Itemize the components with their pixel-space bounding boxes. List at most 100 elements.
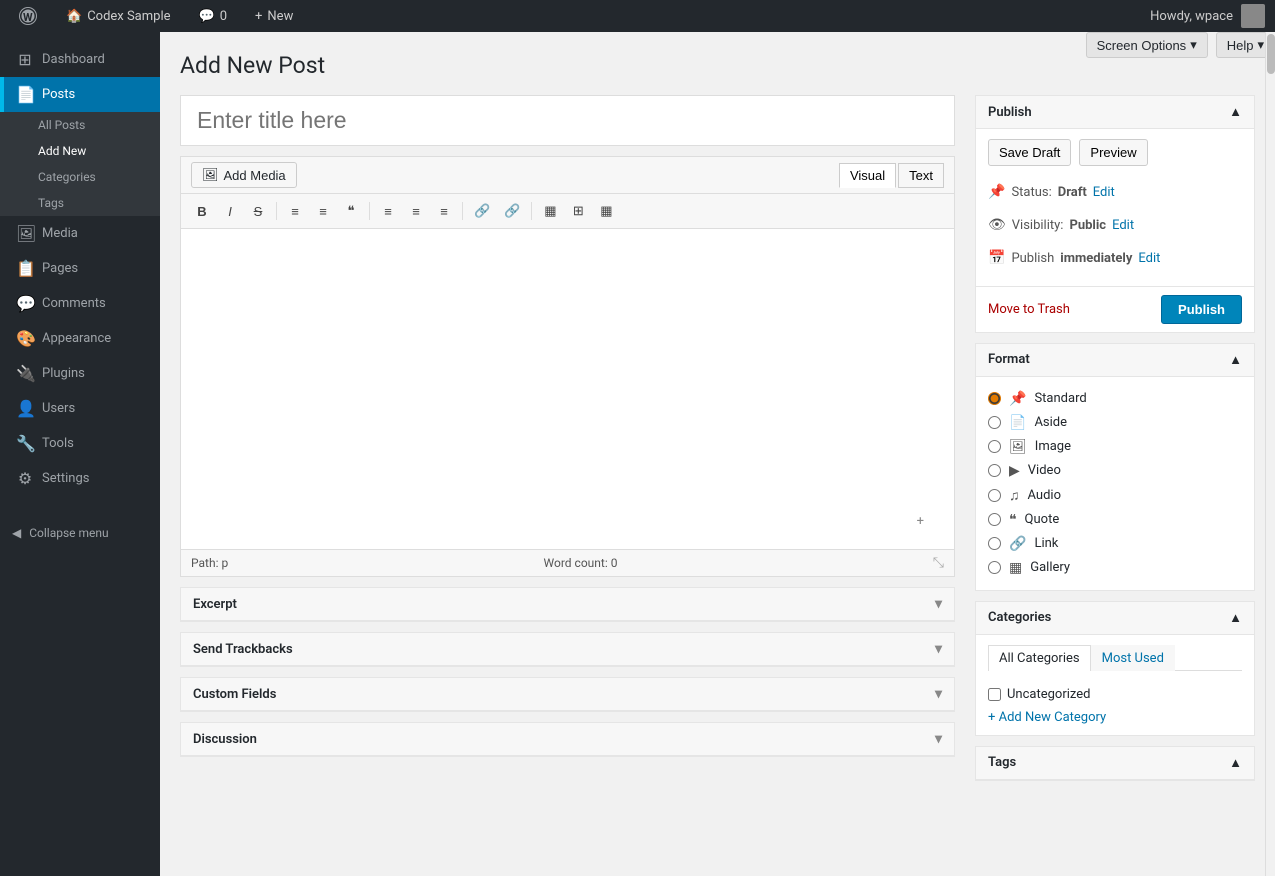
status-edit-link[interactable]: Edit xyxy=(1093,181,1115,204)
sidebar-item-pages[interactable]: 📋 Pages xyxy=(0,251,160,286)
avatar[interactable] xyxy=(1241,4,1265,28)
add-new-category-link[interactable]: + Add New Category xyxy=(988,710,1106,725)
blockquote-button[interactable]: ❝ xyxy=(338,199,364,223)
move-to-trash-link[interactable]: Move to Trash xyxy=(988,302,1070,317)
format-radio-gallery[interactable] xyxy=(988,561,1001,574)
sidebar-item-comments[interactable]: 💬 Comments xyxy=(0,286,160,321)
scrollbar-thumb[interactable] xyxy=(1267,34,1275,74)
wp-logo-item[interactable]: W xyxy=(10,0,46,32)
sidebar-item-appearance[interactable]: 🎨 Appearance xyxy=(0,321,160,356)
format-radio-image[interactable] xyxy=(988,440,1001,453)
format-radio-quote[interactable] xyxy=(988,513,1001,526)
publish-button[interactable]: Publish xyxy=(1161,295,1242,324)
sidebar-item-posts[interactable]: 📄 Posts xyxy=(0,77,160,112)
publish-panel-header[interactable]: Publish ▲ xyxy=(976,96,1254,129)
publish-time-row: 📅 Publish immediately Edit xyxy=(988,242,1242,275)
status-row: 📌 Status: Draft Edit xyxy=(988,176,1242,209)
format-radio-audio[interactable] xyxy=(988,489,1001,502)
standard-label[interactable]: Standard xyxy=(1034,391,1086,406)
post-title-input[interactable] xyxy=(180,95,955,146)
new-content-item[interactable]: + New xyxy=(247,0,301,32)
visibility-edit-link[interactable]: Edit xyxy=(1112,214,1134,237)
format-option-gallery: ▦ Gallery xyxy=(988,556,1242,580)
italic-button[interactable]: I xyxy=(217,200,243,223)
sidebar-item-dashboard[interactable]: ⊞ Dashboard xyxy=(0,42,160,77)
unlink-button[interactable]: 🔗 xyxy=(498,199,526,223)
excerpt-metabox-header[interactable]: Excerpt ▾ xyxy=(181,588,954,621)
tags-panel-header[interactable]: Tags ▲ xyxy=(976,747,1254,780)
publish-footer: Move to Trash Publish xyxy=(976,286,1254,332)
save-draft-button[interactable]: Save Draft xyxy=(988,139,1071,166)
add-media-icon: 🖼 xyxy=(202,167,219,183)
ul-button[interactable]: ≡ xyxy=(282,200,308,223)
table-button[interactable]: ▦ xyxy=(593,199,619,223)
visual-tab[interactable]: Visual xyxy=(839,163,896,188)
publish-time-edit-link[interactable]: Edit xyxy=(1138,247,1160,270)
quote-label[interactable]: Quote xyxy=(1025,512,1060,527)
tools-icon: 🔧 xyxy=(16,434,34,453)
sidebar-item-media[interactable]: 🖼 Media xyxy=(0,216,160,251)
align-right-button[interactable]: ≡ xyxy=(431,200,457,223)
sidebar-item-tools[interactable]: 🔧 Tools xyxy=(0,426,160,461)
format-radio-standard[interactable] xyxy=(988,392,1001,405)
align-left-button[interactable]: ≡ xyxy=(375,200,401,223)
publish-meta: 📌 Status: Draft Edit 👁 Visibility: Publi… xyxy=(988,176,1242,276)
add-media-button[interactable]: 🖼 Add Media xyxy=(191,162,297,188)
sidebar-item-plugins[interactable]: 🔌 Plugins xyxy=(0,356,160,391)
align-center-button[interactable]: ≡ xyxy=(403,200,429,223)
collapse-menu-button[interactable]: ◀ Collapse menu xyxy=(0,516,160,550)
status-value: Draft xyxy=(1058,181,1087,204)
category-checkbox-uncategorized[interactable] xyxy=(988,688,1001,701)
audio-label[interactable]: Audio xyxy=(1028,488,1061,503)
editor-body[interactable]: + xyxy=(181,229,954,549)
editor-resize-handle[interactable]: ⤡ xyxy=(933,555,944,571)
bold-button[interactable]: B xyxy=(189,200,215,223)
tags-panel-toggle: ▲ xyxy=(1229,755,1242,771)
gallery-label[interactable]: Gallery xyxy=(1030,560,1070,575)
format-radio-link[interactable] xyxy=(988,537,1001,550)
custom-fields-metabox-header[interactable]: Custom Fields ▾ xyxy=(181,678,954,711)
text-tab[interactable]: Text xyxy=(898,163,944,188)
video-label[interactable]: Video xyxy=(1028,463,1061,478)
site-name-item[interactable]: 🏠 Codex Sample xyxy=(58,0,179,32)
discussion-metabox-header[interactable]: Discussion ▾ xyxy=(181,723,954,756)
strikethrough-button[interactable]: S xyxy=(245,200,271,223)
comments-count: 0 xyxy=(220,9,227,24)
submenu-categories[interactable]: Categories xyxy=(0,164,160,190)
appearance-label: Appearance xyxy=(42,331,111,346)
link-label[interactable]: Link xyxy=(1034,536,1058,551)
categories-panel-body: All Categories Most Used Uncategorized +… xyxy=(976,635,1254,735)
aside-label[interactable]: Aside xyxy=(1034,415,1067,430)
sidebar-item-settings[interactable]: ⚙ Settings xyxy=(0,461,160,496)
plus-icon: + xyxy=(255,9,262,24)
submenu-all-posts[interactable]: All Posts xyxy=(0,112,160,138)
ol-button[interactable]: ≡ xyxy=(310,200,336,223)
submenu-tags[interactable]: Tags xyxy=(0,190,160,216)
categories-panel-title: Categories xyxy=(988,610,1051,625)
sidebar-item-users[interactable]: 👤 Users xyxy=(0,391,160,426)
word-count-area: Word count: 0 xyxy=(544,556,618,570)
most-used-tab[interactable]: Most Used xyxy=(1091,645,1175,671)
screen-options-button[interactable]: Screen Options ▾ xyxy=(1086,32,1208,58)
link-button[interactable]: 🔗 xyxy=(468,199,496,223)
format-radio-video[interactable] xyxy=(988,464,1001,477)
trackbacks-metabox-header[interactable]: Send Trackbacks ▾ xyxy=(181,633,954,666)
scrollbar[interactable] xyxy=(1265,32,1275,876)
fullscreen-button[interactable]: ⊞ xyxy=(565,199,591,223)
all-categories-tab[interactable]: All Categories xyxy=(988,645,1091,671)
trackbacks-toggle-icon: ▾ xyxy=(935,641,942,657)
collapse-icon: ◀ xyxy=(12,526,21,540)
comments-item[interactable]: 💬 0 xyxy=(191,0,236,32)
submenu-add-new[interactable]: Add New xyxy=(0,138,160,164)
preview-button[interactable]: Preview xyxy=(1079,139,1147,166)
insert-table-button[interactable]: ▦ xyxy=(537,199,563,223)
format-option-image: 🖼 Image xyxy=(988,435,1242,459)
new-label: New xyxy=(267,9,293,24)
format-radio-aside[interactable] xyxy=(988,416,1001,429)
format-panel-header[interactable]: Format ▲ xyxy=(976,344,1254,377)
category-label-uncategorized[interactable]: Uncategorized xyxy=(1007,687,1090,702)
users-label: Users xyxy=(42,401,75,416)
categories-panel-header[interactable]: Categories ▲ xyxy=(976,602,1254,635)
image-label[interactable]: Image xyxy=(1035,439,1071,454)
excerpt-toggle-icon: ▾ xyxy=(935,596,942,612)
